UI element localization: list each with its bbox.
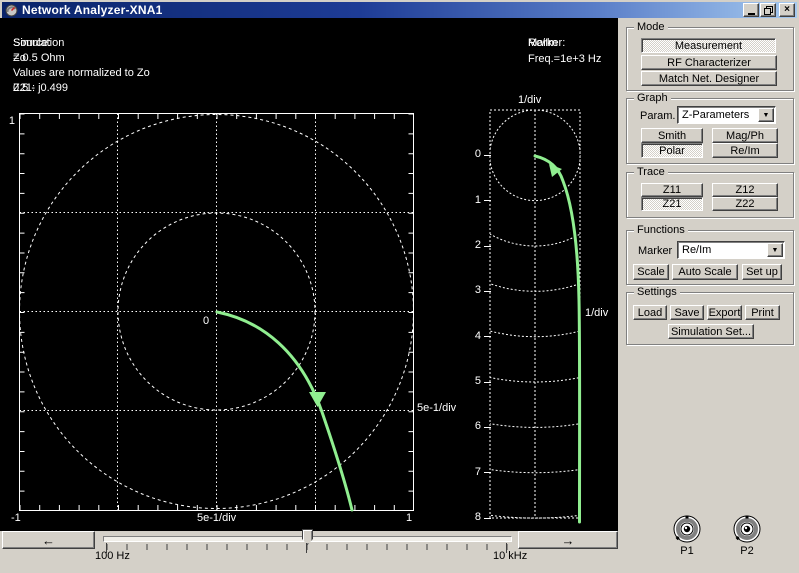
bnc-connector-icon — [733, 515, 761, 543]
set-up-button[interactable]: Set up — [742, 264, 782, 280]
restore-button[interactable] — [760, 3, 776, 17]
trace-group-title: Trace — [634, 166, 668, 178]
close-icon: × — [784, 4, 790, 15]
settings-group: Settings Load Save Export Print Simulati… — [626, 286, 794, 345]
freq-slider-ticks — [106, 543, 509, 553]
minimize-icon — [747, 13, 755, 15]
chevron-down-icon[interactable]: ▼ — [758, 108, 774, 122]
scale-button[interactable]: Scale — [633, 264, 669, 280]
print-button[interactable]: Print — [745, 305, 780, 320]
mode-group-title: Mode — [634, 21, 668, 33]
close-button[interactable]: × — [779, 3, 795, 17]
port-p1: P1 — [657, 515, 717, 557]
freq-min-label: 100 Hz — [95, 550, 130, 562]
polar-button[interactable]: Polar — [641, 143, 703, 158]
graph-group-title: Graph — [634, 92, 671, 104]
measurement-button[interactable]: Measurement — [641, 38, 776, 53]
chevron-down-icon[interactable]: ▼ — [767, 243, 783, 257]
param-dropdown[interactable]: Z-Parameters ▼ — [677, 106, 776, 124]
arrow-right-icon: → — [561, 532, 575, 548]
bnc-connector-icon — [673, 515, 701, 543]
mode-group: Mode Measurement RF Characterizer Match … — [626, 21, 794, 91]
param-label: Param. — [640, 110, 676, 122]
simulation-set-button[interactable]: Simulation Set... — [668, 324, 754, 339]
z21-button[interactable]: Z21 — [641, 197, 703, 211]
network-analyzer-window: { "window": { "title": "Network Analyzer… — [0, 0, 799, 573]
functions-group: Functions Marker Re/Im ▼ Scale Auto Scal… — [626, 224, 794, 285]
auto-scale-button[interactable]: Auto Scale — [672, 264, 738, 280]
freq-scroll-right-button[interactable]: → — [518, 531, 618, 549]
smith-button[interactable]: Smith — [641, 128, 703, 143]
load-button[interactable]: Load — [633, 305, 667, 320]
restore-icon — [763, 5, 773, 15]
z11-button[interactable]: Z11 — [641, 183, 703, 197]
port-p2-label: P2 — [740, 545, 754, 557]
export-button[interactable]: Export — [707, 305, 742, 320]
rf-characterizer-button[interactable]: RF Characterizer — [641, 55, 777, 70]
marker-label: Marker — [638, 245, 673, 257]
marker-dropdown[interactable]: Re/Im ▼ — [677, 241, 785, 259]
z22-button[interactable]: Z22 — [712, 197, 778, 211]
port-p2: P2 — [717, 515, 777, 557]
settings-group-title: Settings — [634, 286, 680, 298]
reim-button[interactable]: Re/Im — [712, 143, 778, 158]
port-p1-label: P1 — [680, 545, 694, 557]
graph-group: Graph Param. Z-Parameters ▼ Smith Mag/Ph… — [626, 92, 794, 164]
minimize-button[interactable] — [743, 3, 759, 17]
z12-button[interactable]: Z12 — [712, 183, 778, 197]
magph-button[interactable]: Mag/Ph — [712, 128, 778, 143]
save-button[interactable]: Save — [670, 305, 704, 320]
trace-group: Trace Z11 Z12 Z21 Z22 — [626, 166, 794, 218]
functions-group-title: Functions — [634, 224, 688, 236]
freq-max-label: 10 kHz — [493, 550, 528, 562]
match-net-designer-button[interactable]: Match Net. Designer — [641, 71, 777, 86]
